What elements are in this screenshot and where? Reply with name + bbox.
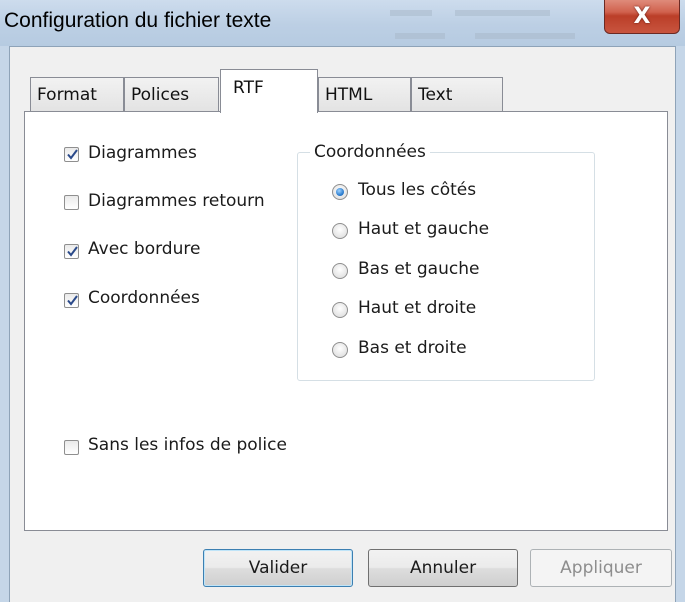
checkbox-label: Coordonnées: [88, 288, 200, 308]
checkmark-icon: [67, 295, 78, 306]
tab-label: Polices: [131, 85, 190, 105]
group-title: Coordonnées: [310, 142, 430, 162]
checkbox-label: Diagrammes: [88, 143, 197, 163]
cancel-button[interactable]: Annuler: [368, 549, 518, 587]
close-icon: X: [633, 4, 651, 29]
radio-haut-et-droite[interactable]: [332, 302, 348, 318]
background-blur: [390, 10, 432, 16]
tab-rtf[interactable]: RTF: [220, 69, 318, 113]
radio-label: Bas et gauche: [358, 259, 480, 279]
radio-tous-les-cotes[interactable]: [332, 184, 348, 200]
checkbox-label: Avec bordure: [88, 239, 201, 259]
radio-bas-et-droite[interactable]: [332, 342, 348, 358]
radio-label: Bas et droite: [358, 338, 467, 358]
tab-label: HTML: [325, 85, 373, 105]
tab-label: RTF: [233, 78, 264, 98]
apply-button[interactable]: Appliquer: [530, 549, 672, 587]
radio-label: Haut et gauche: [358, 219, 490, 239]
radio-label: Haut et droite: [358, 298, 477, 318]
checkmark-icon: [67, 149, 78, 160]
tab-format[interactable]: Format: [30, 77, 124, 111]
label-clip: Diagrammes retourn: [88, 190, 294, 218]
close-button[interactable]: X: [604, 0, 680, 34]
tab-polices[interactable]: Polices: [124, 77, 219, 111]
checkbox-coordonnees[interactable]: [64, 293, 79, 308]
tab-html[interactable]: HTML: [318, 77, 411, 111]
title-bar: Configuration du fichier texte X: [0, 0, 685, 46]
checkmark-icon: [67, 246, 78, 257]
window-border-left: [0, 46, 9, 602]
tab-label: Format: [37, 85, 97, 105]
checkbox-sans-infos-police[interactable]: [64, 440, 79, 455]
tab-text[interactable]: Text: [411, 77, 503, 111]
window-border-right: [676, 46, 685, 602]
checkbox-label: Diagrammes retourn: [88, 191, 265, 211]
checkbox-diagrammes[interactable]: [64, 147, 79, 162]
tab-label: Text: [418, 85, 453, 105]
checkbox-label: Sans les infos de police: [88, 435, 287, 455]
background-blur: [395, 33, 445, 39]
checkbox-diagrammes-retournes[interactable]: [64, 195, 79, 210]
radio-label: Tous les côtés: [358, 180, 477, 200]
window-title: Configuration du fichier texte: [4, 9, 272, 32]
background-blur: [455, 10, 550, 16]
checkbox-avec-bordure[interactable]: [64, 244, 79, 259]
ok-button[interactable]: Valider: [203, 549, 353, 587]
radio-haut-et-gauche[interactable]: [332, 223, 348, 239]
background-blur: [475, 33, 575, 39]
radio-bas-et-gauche[interactable]: [332, 263, 348, 279]
